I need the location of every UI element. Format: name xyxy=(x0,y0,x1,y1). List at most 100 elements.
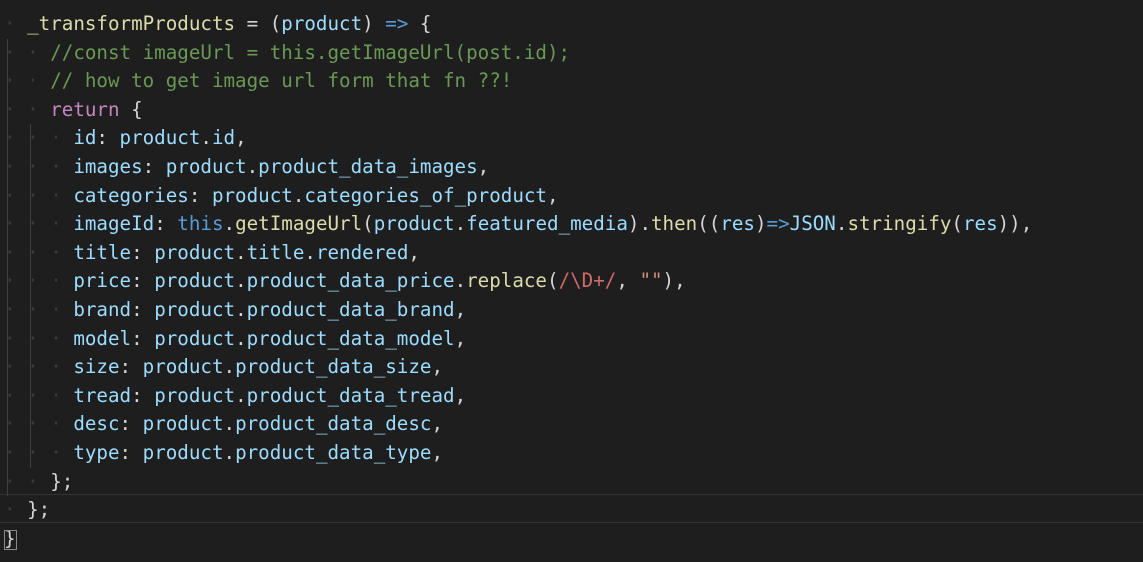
indent-guide xyxy=(7,152,8,182)
code-token: product xyxy=(142,440,224,464)
code-token: categories xyxy=(73,183,189,207)
indent-guide xyxy=(7,467,8,497)
code-token: product_data_images xyxy=(258,154,478,178)
code-line[interactable]: · · · brand: product.product_data_brand, xyxy=(0,295,1143,325)
code-token: : xyxy=(119,412,143,436)
indent-guide xyxy=(7,95,8,125)
indent-guide xyxy=(7,295,8,325)
code-line[interactable]: · · · price: product.product_data_price.… xyxy=(0,267,1143,296)
indent-guide xyxy=(30,353,31,382)
code-token: product_data_price xyxy=(246,269,455,293)
code-token: . xyxy=(304,240,316,264)
code-line[interactable]: · · return { xyxy=(0,95,1143,125)
code-token: product xyxy=(154,269,236,293)
code-line[interactable]: · · // how to get image url form that fn… xyxy=(0,67,1143,96)
code-token: this xyxy=(177,212,224,236)
code-token: product xyxy=(154,297,236,321)
code-token: return xyxy=(50,97,120,121)
code-token: )), xyxy=(997,212,1033,236)
code-token: => xyxy=(766,212,790,236)
code-line[interactable]: · · · desc: product.product_data_desc, xyxy=(0,410,1143,439)
code-token: product xyxy=(154,240,236,264)
code-token: product_data_type xyxy=(235,440,432,464)
indent-guide xyxy=(30,181,31,211)
code-token: , xyxy=(546,183,559,207)
code-line[interactable]: · · · size: product.product_data_size, xyxy=(0,353,1143,382)
code-token: product xyxy=(154,383,236,407)
code-token: }; xyxy=(27,498,51,522)
indent-guide xyxy=(7,381,8,411)
code-token: : xyxy=(142,154,166,178)
code-line[interactable]: · · · tread: product.product_data_tread, xyxy=(0,381,1143,411)
code-token: type xyxy=(73,440,120,464)
whitespace-marker: · · xyxy=(4,97,51,121)
code-line[interactable]: · · }; xyxy=(0,467,1143,497)
whitespace-marker: · · · xyxy=(4,212,74,236)
code-token: , xyxy=(454,326,467,350)
code-token: then xyxy=(651,212,698,236)
code-token: . xyxy=(223,355,236,379)
code-token: price xyxy=(73,269,132,293)
code-line[interactable]: · · · images: product.product_data_image… xyxy=(0,152,1143,182)
code-token: . xyxy=(223,412,236,436)
code-line[interactable]: · · · type: product.product_data_type, xyxy=(0,438,1143,468)
code-area[interactable]: · _transformProducts = (product) => {· ·… xyxy=(0,10,1143,553)
code-token: _transformProducts xyxy=(27,12,236,35)
code-token: . xyxy=(235,269,247,293)
code-line[interactable]: · · · categories: product.categories_of_… xyxy=(0,181,1143,211)
whitespace-marker: · · · xyxy=(4,183,74,207)
code-token: "" xyxy=(639,269,663,293)
code-token: , xyxy=(431,355,444,379)
whitespace-marker: · · xyxy=(4,469,51,493)
code-line[interactable]: · · //const imageUrl = this.getImageUrl(… xyxy=(0,38,1143,68)
code-token: : xyxy=(119,355,143,379)
code-line[interactable]: · _transformProducts = (product) => { xyxy=(0,10,1143,39)
code-line[interactable]: · · · title: product.title.rendered, xyxy=(0,238,1143,268)
code-line[interactable]: } xyxy=(0,525,1143,554)
code-token: product_data_brand xyxy=(246,297,455,321)
code-token: : xyxy=(188,183,212,207)
whitespace-marker: · · · xyxy=(4,126,74,150)
code-token: . xyxy=(223,440,236,464)
code-token: , xyxy=(431,440,444,464)
code-token: featured_media xyxy=(466,212,628,236)
code-token: ( xyxy=(547,269,559,293)
code-token: ) xyxy=(362,12,386,35)
code-token: /\D+/ xyxy=(558,269,617,293)
code-token: JSON xyxy=(789,212,836,236)
code-editor[interactable]: · _transformProducts = (product) => {· ·… xyxy=(0,0,1143,562)
code-token: rendered xyxy=(315,240,409,264)
code-token: . xyxy=(235,383,247,407)
code-token: replace xyxy=(466,269,547,293)
code-line[interactable]: · · · imageId: this.getImageUrl(product.… xyxy=(0,210,1143,239)
current-line-border xyxy=(0,494,1143,495)
code-token: . xyxy=(235,297,247,321)
code-token: (( xyxy=(697,212,721,236)
indent-guide xyxy=(7,353,8,382)
indent-guide xyxy=(7,238,8,268)
code-line[interactable]: · · · id: product.id, xyxy=(0,124,1143,153)
code-token: : xyxy=(154,212,178,236)
indent-guide xyxy=(30,410,31,439)
indent-guide xyxy=(30,210,31,239)
code-token: }; xyxy=(50,469,74,493)
code-token: title xyxy=(73,240,132,264)
indent-guide xyxy=(7,38,8,68)
code-token: : xyxy=(96,126,120,150)
whitespace-marker: · · · xyxy=(4,240,74,264)
code-token: . xyxy=(835,212,848,236)
code-token: , xyxy=(477,154,490,178)
code-line[interactable]: · · · model: product.product_data_model, xyxy=(0,324,1143,354)
code-token: product xyxy=(142,412,224,436)
code-token: . xyxy=(454,269,467,293)
code-token: id xyxy=(211,126,236,150)
code-token: , xyxy=(616,269,640,293)
code-token: : xyxy=(119,440,143,464)
code-token: title xyxy=(246,240,305,264)
whitespace-marker: · · · xyxy=(4,412,74,436)
indent-guide xyxy=(7,410,8,439)
whitespace-marker: · · xyxy=(4,69,51,93)
code-token: desc xyxy=(73,412,120,436)
code-line[interactable]: · }; xyxy=(0,496,1143,525)
indent-guide xyxy=(7,438,8,468)
